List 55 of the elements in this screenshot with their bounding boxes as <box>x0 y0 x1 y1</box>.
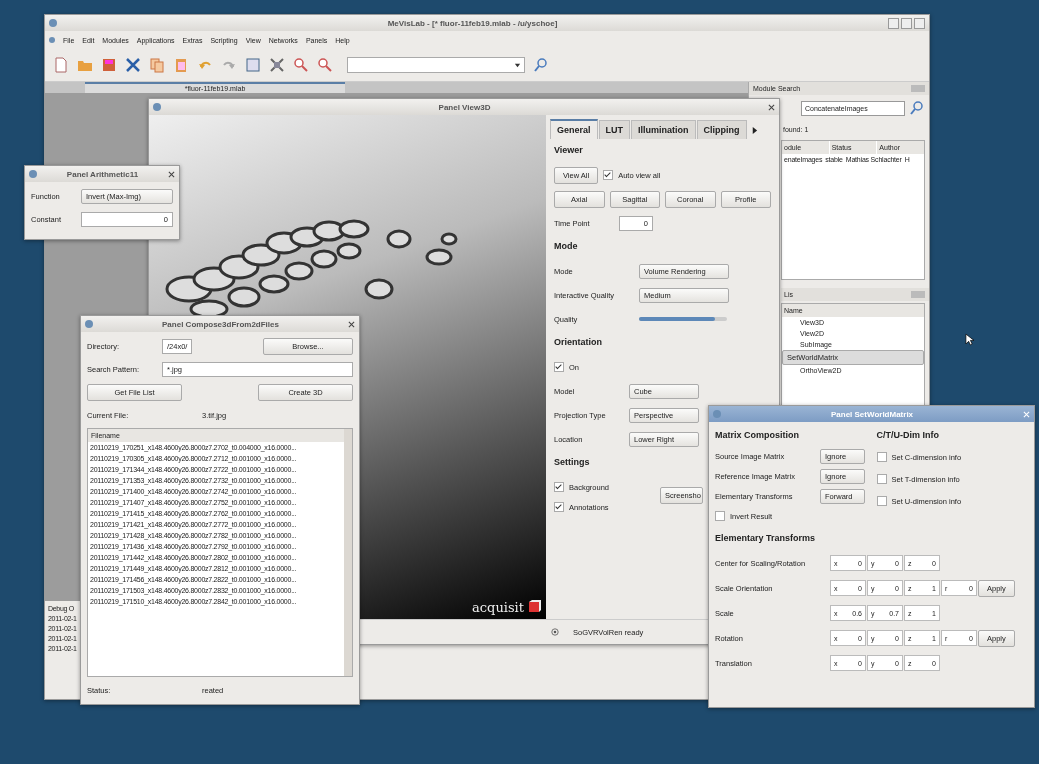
tab[interactable]: General <box>550 119 598 139</box>
window-title: Panel View3D <box>437 102 492 112</box>
section-heading: Elementary Transforms <box>715 533 816 545</box>
close-icon[interactable] <box>168 170 175 178</box>
mouse-cursor-icon <box>965 333 974 346</box>
tab[interactable]: Illumination <box>631 120 696 139</box>
app-icon <box>49 37 55 43</box>
checkbox[interactable] <box>554 482 564 492</box>
minimize-button[interactable] <box>888 17 899 29</box>
checkbox[interactable] <box>876 452 887 462</box>
window-title: Panel SetWorldMatrix <box>829 409 915 419</box>
checkbox[interactable] <box>554 362 564 372</box>
dropdown-caret-icon[interactable] <box>514 61 521 69</box>
paste-icon[interactable] <box>173 57 189 73</box>
section-heading: Viewer <box>554 145 583 157</box>
checkbox[interactable] <box>554 502 564 512</box>
copy-icon[interactable] <box>149 57 165 73</box>
app-icon <box>85 320 93 328</box>
window-title: Panel Compose3dFrom2dFiles <box>161 319 280 329</box>
app-icon <box>713 410 721 418</box>
slider-fill[interactable] <box>639 317 715 321</box>
section-heading: Matrix Composition <box>715 430 799 442</box>
fit-view-icon[interactable] <box>245 57 261 73</box>
new-file-icon[interactable] <box>53 57 69 73</box>
section-heading: Orientation <box>554 337 602 349</box>
cube-icon <box>528 599 542 613</box>
section-heading: C/T/U-Dim Info <box>876 430 939 442</box>
save-icon[interactable] <box>101 57 117 73</box>
close-icon[interactable] <box>768 103 775 111</box>
checkbox[interactable] <box>876 474 887 484</box>
window-title: MeVisLab - [* fluor-11feb19.mlab - /u/yschoe] <box>386 18 559 28</box>
scroll-right-icon[interactable] <box>750 126 758 135</box>
search-icon[interactable] <box>909 100 925 116</box>
tab[interactable]: LUT <box>598 120 631 139</box>
app-icon <box>153 103 161 111</box>
zoom-in-icon[interactable] <box>293 57 309 73</box>
section-heading: Settings <box>554 457 590 469</box>
section-heading: Mode <box>554 241 578 253</box>
window-title: Panel Arithmetic11 <box>65 169 140 179</box>
close-icon[interactable] <box>348 320 355 328</box>
checkbox[interactable] <box>876 496 887 506</box>
close-button[interactable] <box>914 17 925 29</box>
checkbox[interactable] <box>603 170 614 180</box>
tab[interactable]: Clipping <box>696 120 747 139</box>
cut-icon[interactable] <box>125 57 141 73</box>
search-icon[interactable] <box>533 57 549 73</box>
app-icon <box>29 170 37 178</box>
scrollbar[interactable] <box>344 429 352 676</box>
checkbox[interactable] <box>715 511 725 521</box>
expand-icon[interactable] <box>269 57 285 73</box>
zoom-out-icon[interactable] <box>317 57 333 73</box>
status-icon <box>551 628 559 636</box>
app-icon <box>49 19 57 27</box>
maximize-button[interactable] <box>901 17 912 29</box>
logo-text: acquisit <box>472 600 524 615</box>
